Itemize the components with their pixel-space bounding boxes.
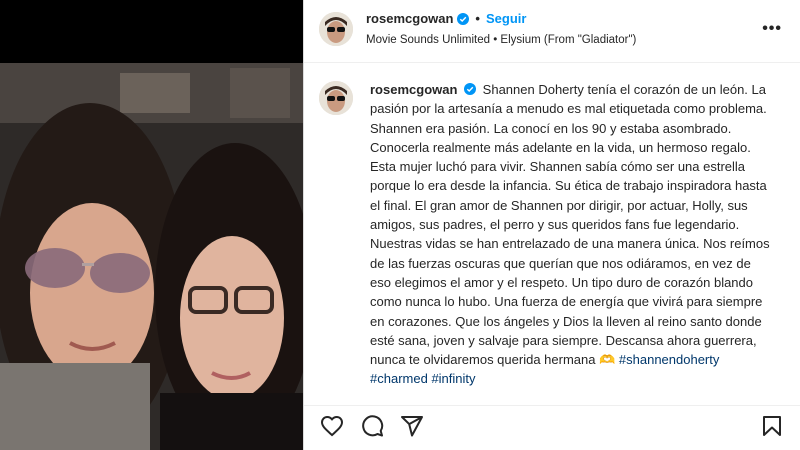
audio-track-link[interactable]: Movie Sounds Unlimited • Elysium (From "…: [366, 34, 636, 46]
post-photo: [0, 63, 303, 450]
caption-username[interactable]: rosemcgowan: [370, 82, 457, 97]
bookmark-icon[interactable]: [760, 414, 784, 438]
post-panel: rosemcgowan • Seguir Movie Sounds Unlimi…: [303, 0, 800, 450]
verified-badge-icon: [457, 12, 470, 25]
post-media[interactable]: [0, 0, 303, 450]
hashtag-shannendoherty[interactable]: #shannendoherty: [619, 352, 719, 367]
verified-badge-icon: [464, 81, 477, 95]
heart-hands-emoji: 🫶: [599, 352, 616, 368]
follow-button[interactable]: Seguir: [486, 11, 526, 26]
hashtag-infinity[interactable]: #infinity: [431, 371, 475, 386]
avatar[interactable]: [319, 81, 353, 115]
username-link[interactable]: rosemcgowan: [366, 11, 453, 26]
separator-dot: •: [475, 11, 480, 26]
heart-icon[interactable]: [320, 414, 344, 438]
caption-text-block: rosemcgowan Shannen Doherty tenía el cor…: [370, 80, 770, 389]
header-username-row: rosemcgowan • Seguir: [366, 11, 526, 26]
photo-illustration: [0, 63, 303, 450]
action-bar: [304, 405, 800, 450]
comment-icon[interactable]: [360, 414, 384, 438]
avatar[interactable]: [319, 12, 353, 46]
share-icon[interactable]: [400, 414, 424, 438]
post-header: rosemcgowan • Seguir Movie Sounds Unlimi…: [304, 0, 800, 63]
caption-body: Shannen Doherty tenía el corazón de un l…: [370, 82, 770, 368]
hashtag-charmed[interactable]: #charmed: [370, 371, 428, 386]
more-horizontal-icon[interactable]: •••: [762, 20, 782, 38]
